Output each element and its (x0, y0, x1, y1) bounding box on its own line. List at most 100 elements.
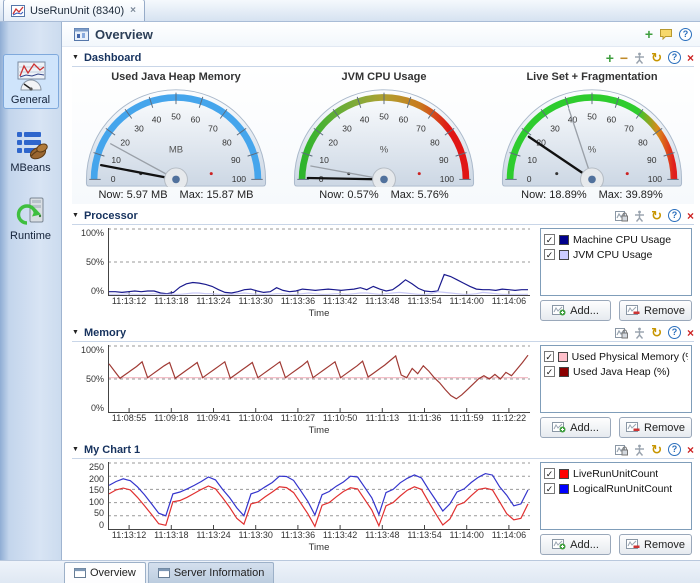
freeze-chart-icon[interactable] (615, 327, 628, 339)
x-tick-label: 11:08:55 (108, 413, 150, 425)
my-chart-1-canvas[interactable] (108, 462, 530, 530)
svg-text:30: 30 (134, 123, 144, 133)
tab-overview[interactable]: Overview (64, 562, 146, 583)
svg-text:100: 100 (440, 174, 455, 184)
help-icon[interactable]: ? (668, 443, 681, 456)
series-color-swatch (559, 250, 569, 260)
overview-page: Overview + ? ▼ Dashboard + − ↻ (62, 22, 700, 560)
series-label: Used Java Heap (%) (573, 366, 670, 378)
svg-text:90: 90 (439, 155, 449, 165)
accessibility-icon[interactable] (634, 210, 645, 222)
remove-attribute-button[interactable]: Remove (619, 417, 692, 438)
my-chart-1-section-header[interactable]: ▼ My Chart 1 ↻ ? × (72, 441, 694, 459)
series-label: LiveRunUnitCount (573, 468, 658, 480)
svg-text:40: 40 (360, 114, 370, 124)
gauge-now-value: Now: 0.57% (319, 189, 378, 201)
delete-section-icon[interactable]: × (687, 444, 694, 456)
memory-chart-canvas[interactable] (108, 345, 530, 413)
series-checkbox[interactable]: ✓ (544, 234, 555, 245)
series-item: ✓ LogicalRunUnitCount (544, 481, 688, 496)
svg-text:70: 70 (208, 123, 218, 133)
sidebar-item-general[interactable]: General (3, 54, 59, 109)
svg-text:90: 90 (231, 155, 241, 165)
series-label: JVM CPU Usage (573, 249, 652, 261)
series-checkbox[interactable]: ✓ (544, 366, 555, 377)
remove-gauge-icon[interactable]: − (620, 52, 628, 64)
twistie-icon[interactable]: ▼ (72, 212, 79, 219)
dashboard-section-header[interactable]: ▼ Dashboard + − ↻ ? × (72, 49, 694, 67)
x-tick-label: 11:14:06 (488, 296, 530, 308)
svg-text:20: 20 (120, 137, 130, 147)
accessibility-icon[interactable] (634, 444, 645, 456)
series-checkbox[interactable]: ✓ (544, 351, 554, 362)
help-icon[interactable]: ? (668, 51, 681, 64)
svg-text:30: 30 (550, 123, 560, 133)
svg-text:40: 40 (152, 114, 162, 124)
svg-text:0: 0 (111, 174, 116, 184)
editor-tab-title: UseRunUnit (8340) (30, 5, 124, 17)
editor-tab-userununit[interactable]: UseRunUnit (8340) × (3, 0, 145, 21)
refresh-icon[interactable]: ↻ (651, 210, 662, 222)
twistie-icon[interactable]: ▼ (72, 329, 79, 336)
delete-section-icon[interactable]: × (687, 327, 694, 339)
processor-section-header[interactable]: ▼ Processor ↻ ? × (72, 207, 694, 225)
add-gauge-icon[interactable]: + (606, 52, 614, 64)
series-color-swatch (559, 235, 569, 245)
add-chart-icon[interactable]: + (645, 28, 653, 40)
help-icon[interactable]: ? (679, 28, 692, 41)
sidebar-item-runtime[interactable]: Runtime (3, 190, 59, 245)
series-list: ✓ LiveRunUnitCount ✓ LogicalRunUnitCount (540, 462, 692, 530)
accessibility-icon[interactable] (634, 327, 645, 339)
refresh-icon[interactable]: ↻ (651, 327, 662, 339)
remove-attribute-button[interactable]: Remove (619, 534, 692, 555)
gauge-max-value: Max: 39.89% (599, 189, 663, 201)
delete-section-icon[interactable]: × (687, 210, 694, 222)
help-icon[interactable]: ? (668, 326, 681, 339)
help-icon[interactable]: ? (668, 209, 681, 222)
remove-chart-icon (626, 422, 640, 433)
series-item: ✓ LiveRunUnitCount (544, 466, 688, 481)
y-tick-label: 50% (86, 257, 104, 267)
add-attribute-button[interactable]: Add... (540, 534, 611, 555)
svg-text:20: 20 (328, 137, 338, 147)
processor-chart-canvas[interactable] (108, 228, 530, 296)
x-tick-label: 11:10:50 (319, 413, 361, 425)
gauge-title: JVM CPU Usage (342, 71, 427, 86)
svg-text:0: 0 (527, 174, 532, 184)
refresh-icon[interactable]: ↻ (651, 444, 662, 456)
series-color-swatch (559, 469, 569, 479)
freeze-chart-icon[interactable] (615, 444, 628, 456)
accessibility-icon[interactable] (634, 52, 645, 64)
freeze-chart-icon[interactable] (615, 210, 628, 222)
comment-icon[interactable] (659, 28, 673, 40)
refresh-icon[interactable]: ↻ (651, 52, 662, 64)
y-axis-labels: 250200150100500 (72, 462, 108, 530)
delete-section-icon[interactable]: × (687, 52, 694, 64)
heap-gauge-dial: 0102030405060708090100MB (74, 86, 278, 187)
sidebar-item-mbeans[interactable]: MBeans (3, 122, 59, 177)
series-checkbox[interactable]: ✓ (544, 249, 555, 260)
tab-server-information[interactable]: Server Information (148, 562, 274, 583)
series-checkbox[interactable]: ✓ (544, 483, 555, 494)
twistie-icon[interactable]: ▼ (72, 446, 79, 453)
series-checkbox[interactable]: ✓ (544, 468, 555, 479)
svg-text:90: 90 (647, 155, 657, 165)
memory-section-header[interactable]: ▼ Memory ↻ ? × (72, 324, 694, 342)
page-tab-icon (158, 568, 170, 578)
general-dashboard-icon (14, 59, 48, 93)
y-tick-label: 0 (99, 520, 104, 530)
svg-text:80: 80 (430, 137, 440, 147)
overview-page-icon (74, 28, 89, 41)
gauge-title: Used Java Heap Memory (111, 71, 241, 86)
editor-tab-close-icon[interactable]: × (129, 5, 137, 16)
remove-chart-icon (626, 539, 640, 550)
twistie-icon[interactable]: ▼ (72, 54, 79, 61)
add-attribute-button[interactable]: Add... (540, 300, 611, 321)
gauge-row: Used Java Heap Memory 010203040506070809… (72, 67, 694, 204)
y-tick-label: 100% (81, 228, 104, 238)
series-label: LogicalRunUnitCount (573, 483, 672, 495)
add-attribute-button[interactable]: Add... (540, 417, 611, 438)
remove-attribute-button[interactable]: Remove (619, 300, 692, 321)
y-axis-labels: 100%50%0% (72, 228, 108, 296)
svg-text:50: 50 (587, 111, 597, 121)
